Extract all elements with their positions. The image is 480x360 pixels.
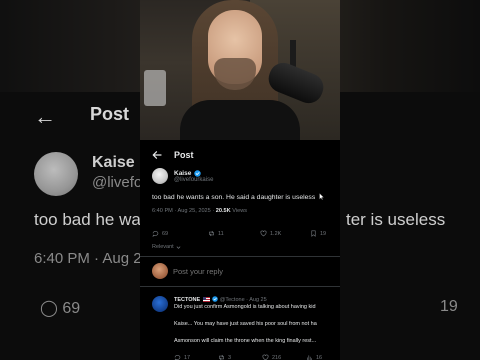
reply-button[interactable]: 69 [152, 230, 208, 237]
reply-like-count: 216 [272, 354, 282, 360]
background-text-right: ter is useless [346, 210, 446, 229]
background-author-handle: @livefor [92, 174, 148, 191]
reply-icon [174, 354, 181, 360]
repost-button[interactable]: 11 [208, 230, 260, 237]
reply-sort-label: Relevant [152, 244, 174, 250]
webcam-shelf [144, 70, 166, 106]
arrow-left-icon[interactable] [152, 150, 162, 160]
reply-repost-count: 3 [228, 354, 232, 360]
page-title: Post [174, 150, 194, 160]
avatar[interactable] [152, 168, 168, 184]
background-right-count: 19 [440, 298, 458, 315]
us-flag-icon [202, 296, 210, 302]
like-button[interactable]: 1.2K [260, 230, 310, 237]
reply-like-button[interactable]: 216 [262, 354, 306, 360]
reply-handle-meta: @Tectone · Aug 25 [219, 297, 267, 303]
reply-reply-count: 17 [184, 354, 191, 360]
post-topbar: Post [152, 148, 194, 162]
tweet-actions: 69 11 1.2K 19 [152, 230, 340, 237]
reply-text-line-2: Kaise... You may have just saved his poo… [174, 321, 317, 327]
reply-reply-button[interactable]: 17 [174, 354, 218, 360]
reply-sort-dropdown[interactable]: Relevant [152, 244, 181, 250]
bookmark-icon [311, 230, 316, 237]
reply-input[interactable] [173, 266, 270, 276]
current-user-avatar [152, 263, 168, 279]
reply-count: 69 [162, 230, 169, 237]
mouse-cursor-icon [319, 193, 325, 200]
repost-icon [209, 230, 214, 237]
reply-avatar[interactable] [152, 296, 168, 312]
bookmark-count: 19 [320, 230, 327, 237]
webcam-shirt [180, 100, 300, 140]
repost-icon [219, 354, 224, 360]
tweet-text-content: too bad he wants a son. He said a daught… [152, 194, 316, 201]
background-reply-count-value: 69 [62, 300, 81, 317]
heart-icon [262, 354, 269, 360]
verified-badge-icon [194, 169, 202, 177]
reply-text-line-1: Did you just confirm Asmongold is talkin… [174, 304, 316, 310]
reply-repost-button[interactable]: 3 [218, 354, 262, 360]
reply-author-name[interactable]: TECTONE [174, 297, 200, 303]
reply-views-button[interactable]: 16 [306, 354, 340, 360]
background-reply-count: ◯ 69 [40, 300, 81, 317]
bookmark-button[interactable]: 19 [310, 230, 340, 237]
divider [140, 256, 340, 257]
tweet-text: too bad he wants a son. He said a daught… [152, 193, 325, 201]
reply-header: TECTONE @Tectone · Aug 25 [174, 296, 267, 303]
author-name[interactable]: Kaise [174, 170, 191, 177]
bar-chart-icon [307, 355, 312, 360]
reply-icon [152, 230, 159, 237]
background-author-name: Kaise [92, 154, 135, 171]
views-label: Views [230, 208, 248, 214]
tweet-author[interactable]: Kaise @livefourkaise [152, 168, 213, 184]
author-handle[interactable]: @livefourkaise [174, 177, 213, 183]
tweet-meta: 6:40 PM · Aug 25, 2025 · 20.5K Views [152, 208, 247, 214]
heart-icon [260, 230, 267, 237]
tweet-time[interactable]: 6:40 PM · Aug 25, 2025 · [152, 208, 216, 214]
reply-text-line-3: Asmonson will claim the throne when the … [174, 338, 317, 344]
divider [140, 286, 340, 287]
background-post-title: Post [90, 104, 130, 124]
video-column: Post Kaise @livefourkaise too bad he wan… [140, 0, 340, 360]
background-time: 6:40 PM · Aug 2 [34, 250, 142, 267]
reply-bookmark-count: 16 [316, 354, 323, 360]
view-count: 20.5K [215, 208, 231, 214]
reply-composer[interactable] [152, 263, 270, 279]
background-avatar [34, 152, 78, 196]
verified-badge-icon [212, 296, 219, 302]
background-text-left: too bad he wa [34, 210, 141, 229]
background-back-icon: ← [34, 104, 56, 129]
chevron-down-icon [176, 245, 181, 249]
author-name-row: Kaise [174, 170, 213, 177]
repost-count: 11 [218, 230, 224, 237]
like-count: 1.2K [270, 230, 282, 237]
author-text: Kaise @livefourkaise [174, 170, 213, 183]
twitter-post-view: Post Kaise @livefourkaise too bad he wan… [140, 140, 340, 360]
reply-actions: 17 3 216 16 [174, 354, 340, 360]
streamer-webcam [140, 0, 340, 140]
